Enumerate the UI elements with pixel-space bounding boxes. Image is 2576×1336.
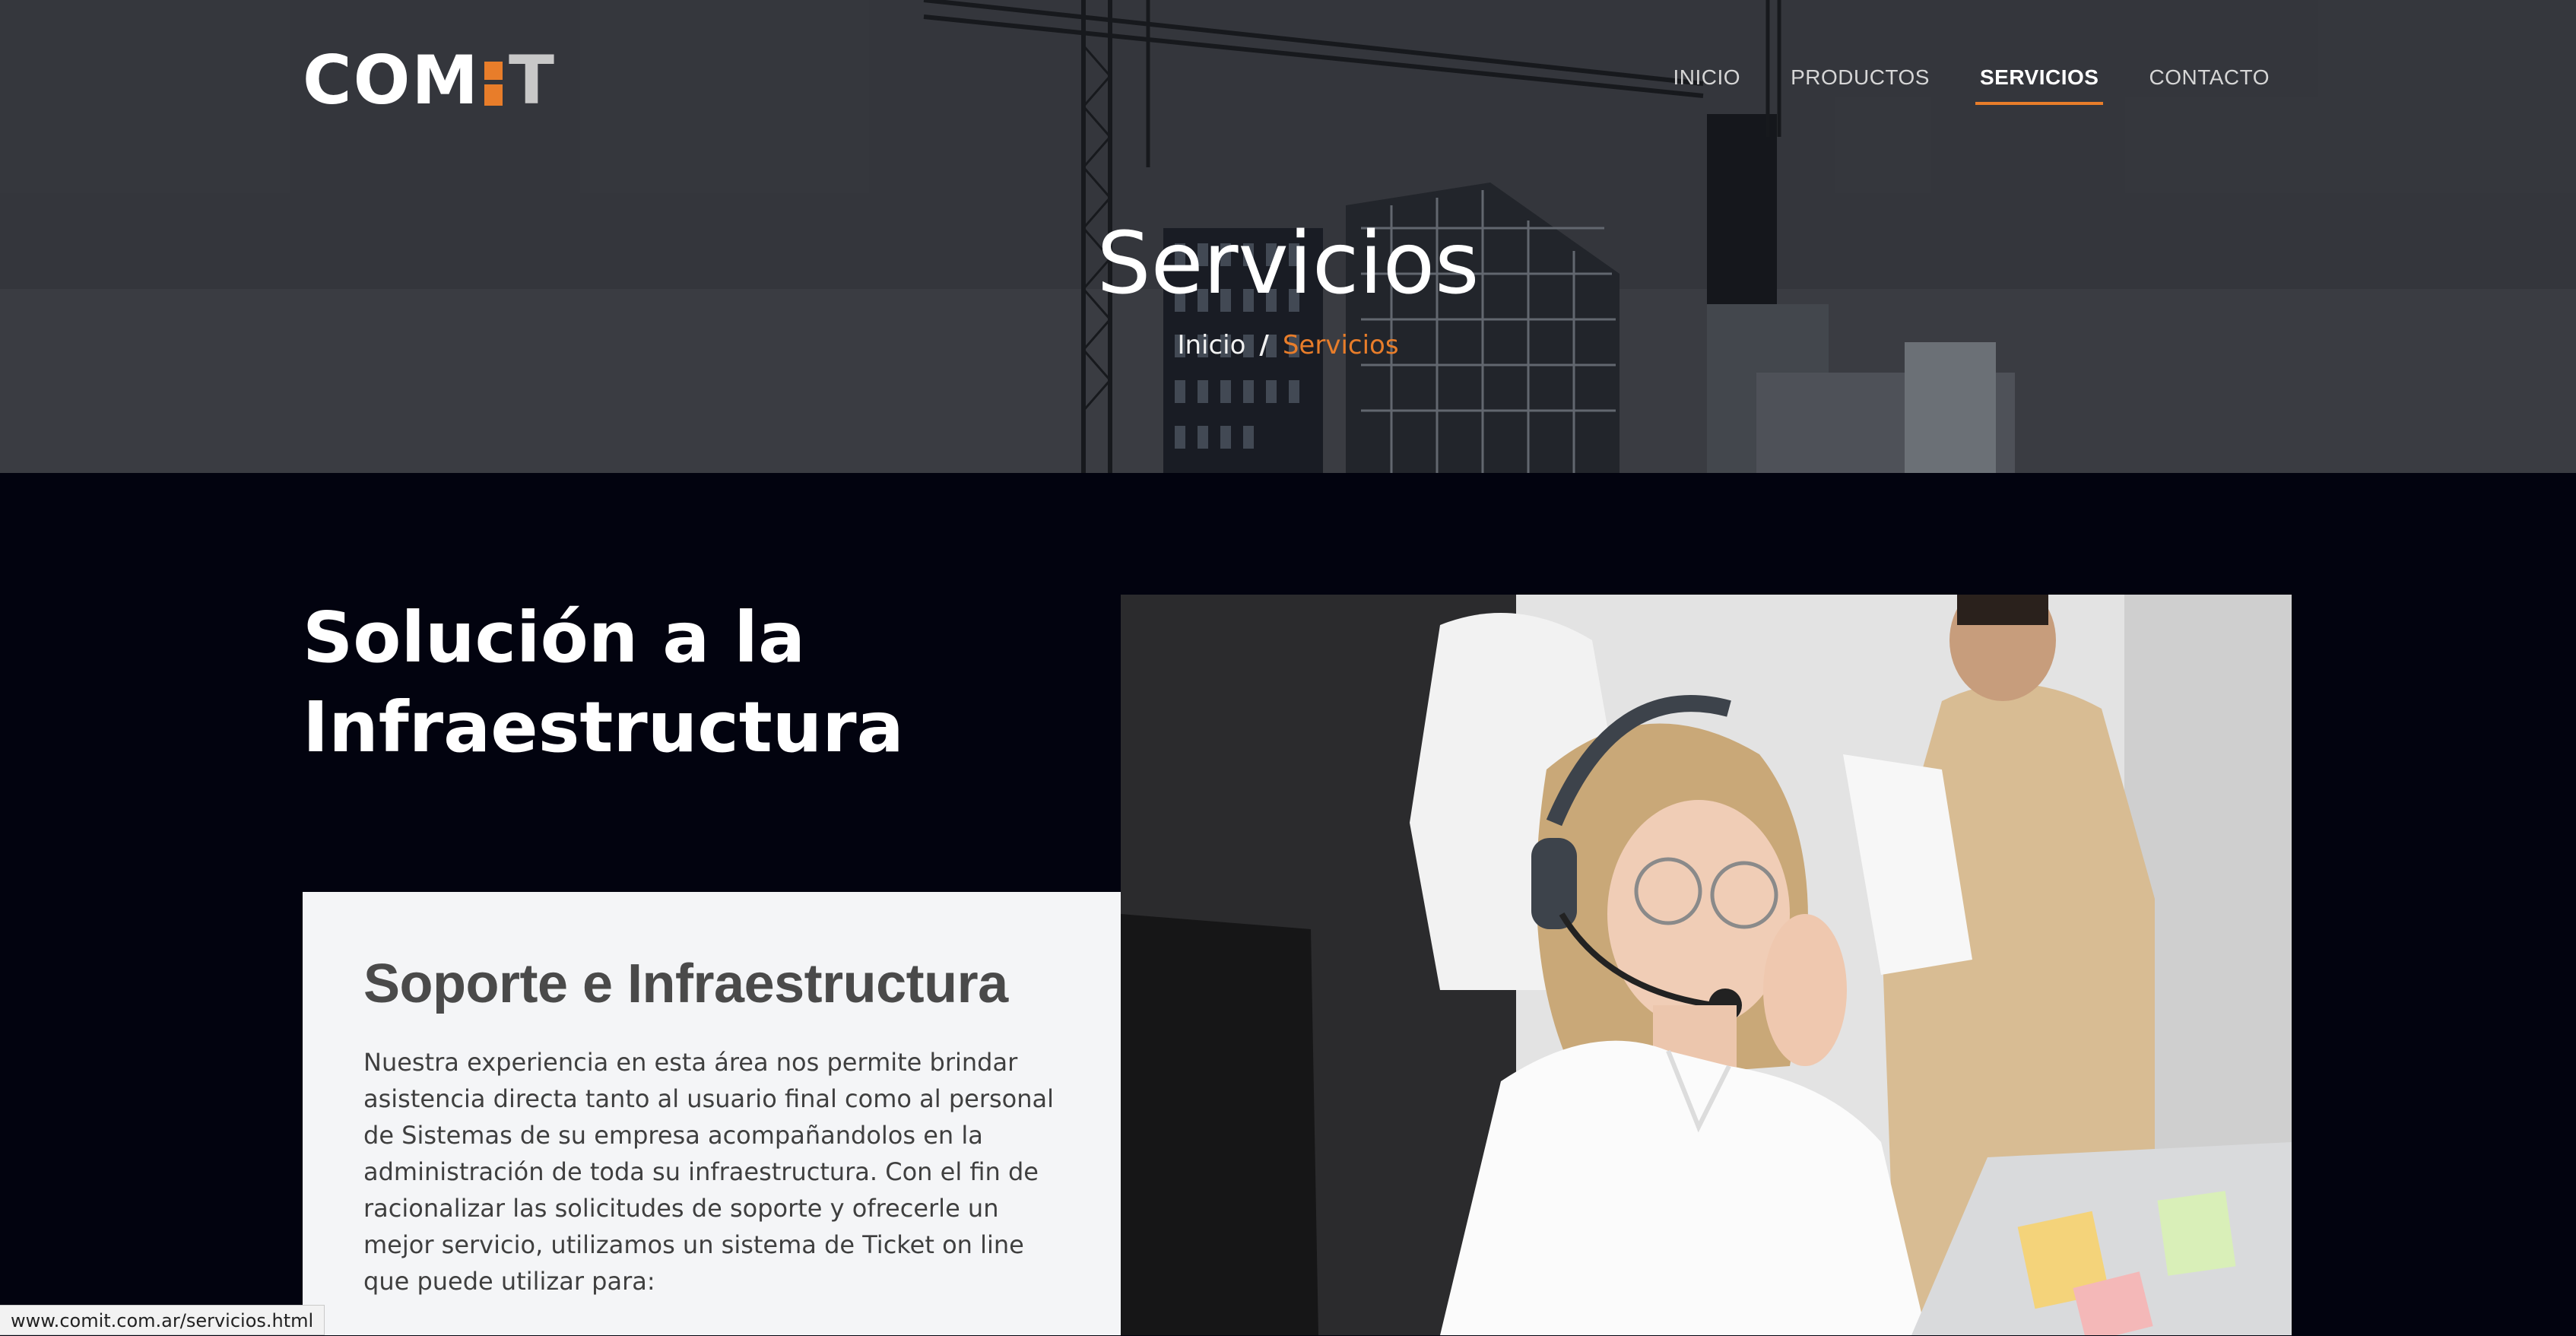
section-heading-line2: Infraestructura [303,687,904,768]
logo-text-t: T [508,41,556,119]
service-card-title: Soporte e Infraestructura [363,954,1008,1014]
nav-item-servicios[interactable]: SERVICIOS [1975,65,2104,105]
breadcrumb-current: Servicios [1282,330,1399,360]
logo-text-m: M [411,41,480,119]
service-card: Soporte e Infraestructura Nuestra experi… [303,892,1121,1335]
nav-item-productos[interactable]: PRODUCTOS [1791,65,1930,105]
support-team-photo [1121,595,2292,1335]
browser-status-bar-url: www.comit.com.ar/servicios.html [0,1305,325,1335]
support-agent-headset-image [1121,595,2292,1335]
breadcrumb-separator: / [1259,330,1269,360]
logo-i-mark-icon [484,56,504,106]
nav-item-contacto[interactable]: CONTACTO [2149,65,2270,105]
main-nav: INICIO PRODUCTOS SERVICIOS CONTACTO [1673,65,2270,105]
section-heading-line1: Solución a la [303,597,806,678]
breadcrumb: Inicio / Servicios [0,330,2576,360]
section-heading: Solución a la Infraestructura [303,593,1063,773]
breadcrumb-home-link[interactable]: Inicio [1177,330,1245,360]
logo-text-co: CO [303,41,412,119]
page-title: Servicios [1096,214,1480,313]
hero-banner: CO M T INICIO PRODUCTOS SERVICIOS CONTAC… [0,0,2576,473]
nav-item-inicio[interactable]: INICIO [1673,65,1741,105]
comit-logo[interactable]: CO M T [303,47,556,114]
service-card-body: Nuestra experiencia en esta área nos per… [363,1048,1054,1296]
